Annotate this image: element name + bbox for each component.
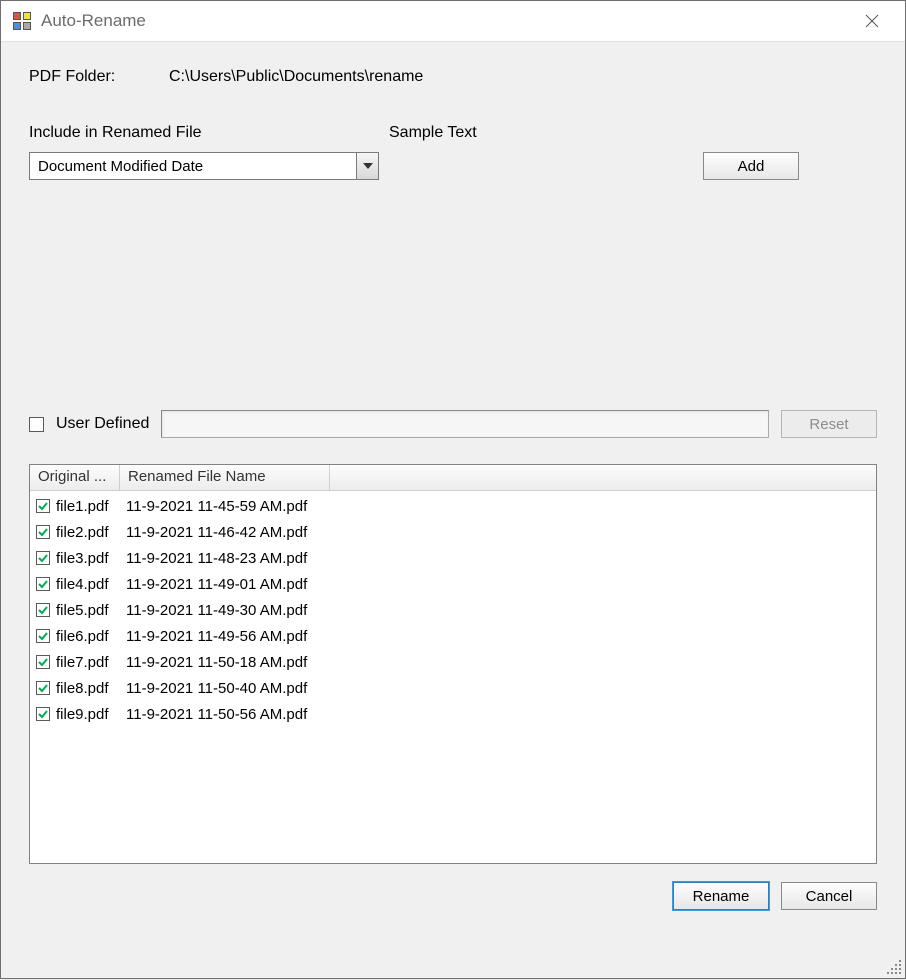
folder-row: PDF Folder: C:\Users\Public\Documents\re… <box>29 68 877 86</box>
include-dropdown[interactable]: Document Modified Date <box>29 152 379 180</box>
user-defined-checkbox[interactable] <box>29 417 44 432</box>
list-header[interactable]: Original ... Renamed File Name <box>30 465 876 491</box>
app-icon <box>13 12 31 30</box>
reset-button: Reset <box>781 410 877 438</box>
table-row[interactable]: file7.pdf11-9-2021 11-50-18 AM.pdf <box>30 649 876 675</box>
cell-original: file2.pdf <box>56 524 126 541</box>
row-checkbox[interactable] <box>36 551 50 565</box>
col-empty <box>330 465 876 490</box>
rename-button[interactable]: Rename <box>673 882 769 910</box>
window: Auto-Rename PDF Folder: C:\Users\Public\… <box>0 0 906 979</box>
resize-grip[interactable] <box>885 958 903 976</box>
cell-renamed: 11-9-2021 11-48-23 AM.pdf <box>126 550 876 567</box>
cell-renamed: 11-9-2021 11-49-56 AM.pdf <box>126 628 876 645</box>
cell-original: file4.pdf <box>56 576 126 593</box>
cell-original: file9.pdf <box>56 706 126 723</box>
row-checkbox[interactable] <box>36 655 50 669</box>
close-button[interactable] <box>849 5 895 37</box>
cancel-button[interactable]: Cancel <box>781 882 877 910</box>
row-checkbox[interactable] <box>36 629 50 643</box>
table-row[interactable]: file9.pdf11-9-2021 11-50-56 AM.pdf <box>30 701 876 727</box>
cell-renamed: 11-9-2021 11-50-18 AM.pdf <box>126 654 876 671</box>
user-defined-input[interactable] <box>161 410 769 438</box>
cell-original: file8.pdf <box>56 680 126 697</box>
col-original[interactable]: Original ... <box>30 465 120 490</box>
col-renamed[interactable]: Renamed File Name <box>120 465 330 490</box>
include-row: Document Modified Date Add <box>29 152 877 180</box>
cell-renamed: 11-9-2021 11-50-56 AM.pdf <box>126 706 876 723</box>
table-row[interactable]: file4.pdf11-9-2021 11-49-01 AM.pdf <box>30 571 876 597</box>
table-row[interactable]: file6.pdf11-9-2021 11-49-56 AM.pdf <box>30 623 876 649</box>
cell-renamed: 11-9-2021 11-49-01 AM.pdf <box>126 576 876 593</box>
row-checkbox[interactable] <box>36 603 50 617</box>
window-title: Auto-Rename <box>41 11 849 31</box>
file-list[interactable]: Original ... Renamed File Name file1.pdf… <box>29 464 877 864</box>
folder-path: C:\Users\Public\Documents\rename <box>169 68 423 86</box>
cell-renamed: 11-9-2021 11-50-40 AM.pdf <box>126 680 876 697</box>
list-body[interactable]: file1.pdf11-9-2021 11-45-59 AM.pdffile2.… <box>30 491 876 863</box>
footer: Rename Cancel <box>29 864 877 910</box>
table-row[interactable]: file2.pdf11-9-2021 11-46-42 AM.pdf <box>30 519 876 545</box>
cell-original: file5.pdf <box>56 602 126 619</box>
include-label: Include in Renamed File <box>29 124 389 142</box>
dropdown-arrow-icon[interactable] <box>356 153 378 179</box>
cell-original: file6.pdf <box>56 628 126 645</box>
table-row[interactable]: file1.pdf11-9-2021 11-45-59 AM.pdf <box>30 493 876 519</box>
table-row[interactable]: file8.pdf11-9-2021 11-50-40 AM.pdf <box>30 675 876 701</box>
row-checkbox[interactable] <box>36 577 50 591</box>
user-defined-label: User Defined <box>56 415 149 433</box>
client-area: PDF Folder: C:\Users\Public\Documents\re… <box>1 41 905 978</box>
cell-renamed: 11-9-2021 11-49-30 AM.pdf <box>126 602 876 619</box>
titlebar: Auto-Rename <box>1 1 905 41</box>
row-checkbox[interactable] <box>36 525 50 539</box>
table-row[interactable]: file3.pdf11-9-2021 11-48-23 AM.pdf <box>30 545 876 571</box>
add-button[interactable]: Add <box>703 152 799 180</box>
row-checkbox[interactable] <box>36 499 50 513</box>
user-defined-row: User Defined Reset <box>29 410 877 438</box>
cell-renamed: 11-9-2021 11-46-42 AM.pdf <box>126 524 876 541</box>
include-labels: Include in Renamed File Sample Text <box>29 124 877 142</box>
row-checkbox[interactable] <box>36 681 50 695</box>
cell-original: file7.pdf <box>56 654 126 671</box>
folder-label: PDF Folder: <box>29 68 169 86</box>
include-selected: Document Modified Date <box>30 158 356 175</box>
row-checkbox[interactable] <box>36 707 50 721</box>
cell-original: file3.pdf <box>56 550 126 567</box>
cell-renamed: 11-9-2021 11-45-59 AM.pdf <box>126 498 876 515</box>
cell-original: file1.pdf <box>56 498 126 515</box>
sample-text-label: Sample Text <box>389 124 477 142</box>
table-row[interactable]: file5.pdf11-9-2021 11-49-30 AM.pdf <box>30 597 876 623</box>
